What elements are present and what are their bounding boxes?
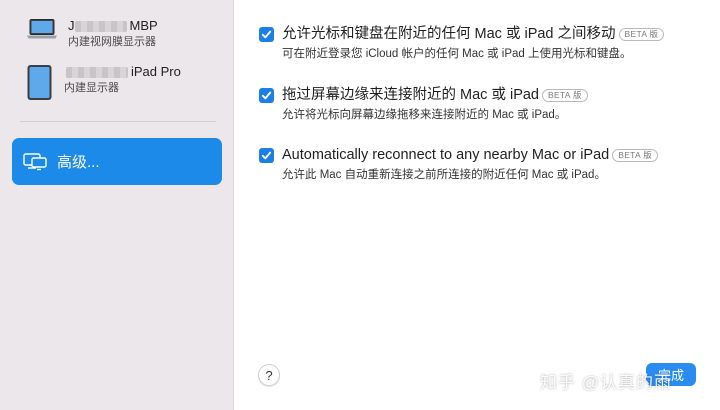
checkbox-auto-reconnect[interactable]	[259, 148, 274, 163]
option-title: Automatically reconnect to any nearby Ma…	[282, 147, 610, 163]
main-panel: 允许光标和键盘在附近的任何 Mac 或 iPad 之间移动 BETA 版 可在附…	[235, 0, 720, 410]
beta-badge: BETA 版	[618, 27, 665, 41]
device-name: MBP	[129, 18, 158, 33]
device-name: iPad Pro	[131, 64, 181, 79]
option-title: 拖过屏幕边缘来连接附近的 Mac 或 iPad	[282, 87, 539, 103]
option-description: 可在附近登录您 iCloud 帐户的任何 Mac 或 iPad 上使用光标和键盘…	[282, 48, 632, 60]
checkbox-cursor-keyboard[interactable]	[259, 27, 274, 42]
redacted-name-blur	[74, 20, 127, 32]
beta-badge: BETA 版	[542, 88, 588, 102]
checkmark-icon	[261, 91, 272, 100]
device-subtitle: 内建显示器	[64, 82, 119, 94]
checkbox-push-through-edge[interactable]	[259, 88, 274, 103]
displays-icon	[23, 152, 47, 171]
redacted-name-blur	[66, 66, 128, 78]
sidebar-divider	[20, 121, 216, 122]
device-name-prefix: J	[68, 18, 75, 33]
sidebar-device-mbp[interactable]: J MBP 内建视网膜显示器	[26, 18, 158, 50]
option-description: 允许此 Mac 自动重新连接之前所连接的附近任何 Mac 或 iPad。	[282, 169, 606, 181]
advanced-displays-window: J MBP 内建视网膜显示器 iPad Pro 内建显示器 高级... 允许光标…	[0, 0, 720, 410]
sidebar-item-advanced[interactable]: 高级...	[12, 138, 222, 185]
option-description: 允许将光标向屏幕边缘拖移来连接附近的 Mac 或 iPad。	[282, 109, 567, 121]
option-auto-reconnect: Automatically reconnect to any nearby Ma…	[259, 146, 658, 183]
sidebar: J MBP 内建视网膜显示器 iPad Pro 内建显示器 高级...	[0, 0, 234, 410]
ipad-icon	[26, 64, 54, 107]
checkmark-icon	[261, 30, 272, 39]
option-push-through-edge: 拖过屏幕边缘来连接附近的 Mac 或 iPad BETA 版 允许将光标向屏幕边…	[259, 86, 588, 123]
beta-badge: BETA 版	[612, 148, 658, 162]
checkmark-icon	[261, 151, 272, 160]
device-subtitle: 内建视网膜显示器	[68, 36, 156, 48]
watermark: 知乎 @认真的雨	[540, 373, 672, 392]
help-button[interactable]: ?	[258, 364, 280, 386]
option-cursor-keyboard: 允许光标和键盘在附近的任何 Mac 或 iPad 之间移动 BETA 版 可在附…	[259, 25, 665, 62]
sidebar-device-ipad[interactable]: iPad Pro 内建显示器	[26, 64, 181, 107]
sidebar-item-label: 高级...	[57, 154, 100, 171]
option-title: 允许光标和键盘在附近的任何 Mac 或 iPad 之间移动	[282, 26, 616, 42]
laptop-icon	[26, 18, 58, 45]
